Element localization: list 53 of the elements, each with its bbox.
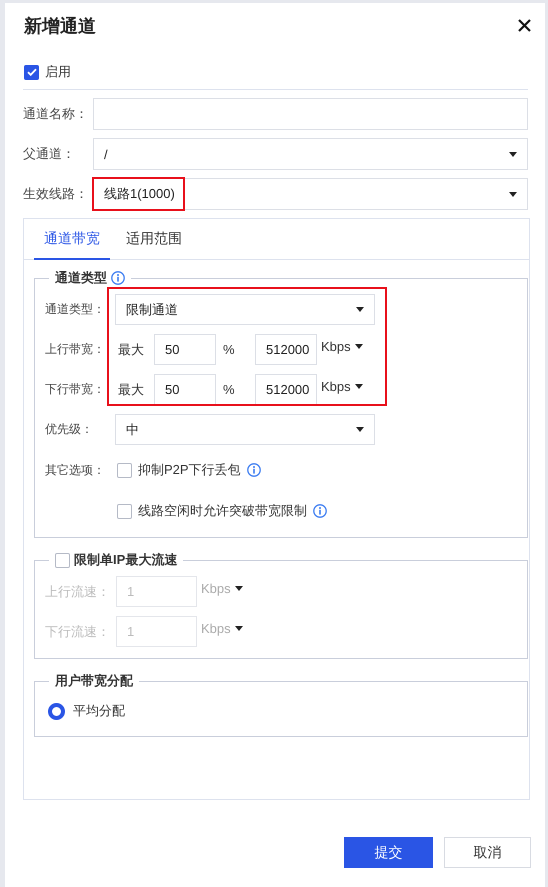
checkbox[interactable] <box>55 552 70 568</box>
field-label: 下行流速： <box>45 622 111 640</box>
field-label: 父通道： <box>23 145 76 163</box>
tab[interactable]: 适用范围 <box>116 219 192 260</box>
caret-icon <box>509 192 517 196</box>
cancel-button[interactable]: 取消 <box>444 837 531 868</box>
caret-icon <box>354 384 363 389</box>
radio-button[interactable] <box>48 702 65 720</box>
input-field[interactable]: 512000 <box>255 334 317 365</box>
field-label: 下行带宽： <box>45 381 106 398</box>
caret-icon <box>234 626 243 631</box>
section-legend: 限制单IP最大流速 <box>74 551 178 569</box>
input-field[interactable]: 512000 <box>255 374 317 405</box>
dropdown[interactable]: / <box>93 138 528 170</box>
checkbox[interactable] <box>117 504 132 518</box>
field-label: 其它选项： <box>45 462 106 478</box>
dropdown[interactable]: 限制通道 <box>115 294 375 325</box>
field-label: 上行带宽： <box>45 341 106 358</box>
info-icon <box>111 271 125 285</box>
field-label: 上行流速： <box>45 582 111 600</box>
max-label: 最大 <box>117 340 145 358</box>
dropdown[interactable]: 中 <box>115 414 375 445</box>
section-legend: 通道类型 <box>55 269 107 287</box>
caret-icon <box>234 586 243 591</box>
checkbox[interactable] <box>117 462 132 478</box>
info-icon <box>246 463 261 477</box>
unit-dropdown[interactable]: Kbps <box>321 379 363 394</box>
section-legend: 用户带宽分配 <box>55 672 133 690</box>
tab[interactable]: 通道带宽 <box>34 219 110 260</box>
info-icon <box>313 504 327 518</box>
field-label: 通道类型： <box>45 301 106 318</box>
caret-icon <box>509 152 517 156</box>
caret-icon <box>356 427 364 432</box>
field-label: 生效线路： <box>23 185 89 203</box>
submit-button[interactable]: 提交 <box>344 837 433 868</box>
field-label: 优先级： <box>45 421 94 438</box>
checkbox-label: 启用 <box>45 63 71 81</box>
percent-label: % <box>222 382 236 397</box>
option-label: 线路空闲时允许突破带宽限制 <box>138 502 307 520</box>
close-icon[interactable] <box>518 19 531 32</box>
dialog-title: 新增通道 <box>24 14 96 38</box>
max-label: 最大 <box>117 380 145 398</box>
option-label: 抑制P2P下行丢包 <box>138 461 241 479</box>
unit-dropdown[interactable]: Kbps <box>321 339 363 354</box>
caret-icon <box>356 307 364 312</box>
caret-icon <box>354 344 363 349</box>
radio-label: 平均分配 <box>73 702 125 720</box>
input-field[interactable]: 50 <box>154 374 216 405</box>
field-label: 通道名称： <box>23 105 89 123</box>
checkbox[interactable] <box>24 64 39 80</box>
input-field[interactable] <box>93 98 528 130</box>
input-field[interactable]: 50 <box>154 334 216 365</box>
percent-label: % <box>222 342 236 357</box>
